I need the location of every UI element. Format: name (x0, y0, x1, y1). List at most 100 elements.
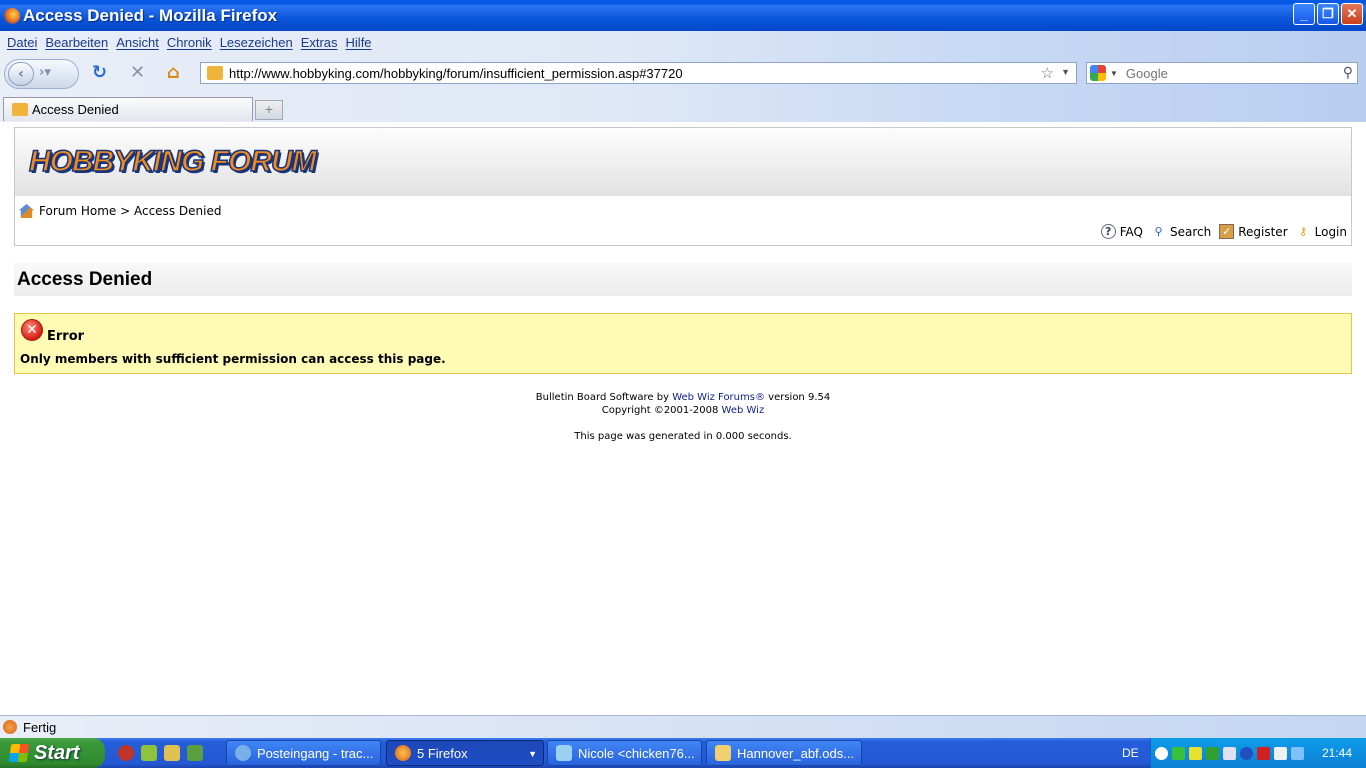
quicklaunch-icon-2[interactable] (141, 745, 157, 761)
quicklaunch-icon-1[interactable] (118, 745, 134, 761)
status-bar: Fertig (0, 715, 1366, 738)
task-nicole[interactable]: Nicole <chicken76... (547, 740, 702, 766)
error-icon: ✕ (21, 319, 43, 341)
faq-label: FAQ (1119, 224, 1143, 239)
task-label: Hannover_abf.ods... (737, 745, 855, 761)
menu-ansicht[interactable]: Ansicht (116, 35, 159, 50)
menu-hilfe[interactable]: Hilfe (346, 35, 372, 50)
register-icon: ✓ (1219, 224, 1235, 239)
footer-version-text: version 9.54 (764, 392, 831, 403)
menu-datei[interactable]: Datei (7, 35, 37, 50)
group-arrow-icon: ▼ (528, 749, 537, 759)
forward-icon[interactable]: ›▾ (39, 65, 51, 80)
error-message: Only members with sufficient permission … (20, 352, 446, 366)
tray-avira-icon[interactable] (1257, 746, 1270, 760)
tray-bluetooth-icon[interactable] (1240, 746, 1253, 760)
messenger-icon (556, 745, 572, 761)
forum-banner: HOBBYKING FORUM (15, 128, 1351, 196)
home-icon[interactable]: ⌂ (167, 63, 180, 83)
reload-icon[interactable]: ↻ (92, 63, 107, 83)
footer-copyright: Copyright ©2001-2008 Web Wiz (0, 404, 1366, 417)
login-label: Login (1314, 224, 1347, 239)
search-engine-dropdown-icon[interactable]: ▼ (1110, 69, 1118, 78)
new-tab-button[interactable]: + (255, 100, 283, 120)
start-label: Start (34, 741, 80, 764)
footer-credits-text: Bulletin Board Software by (535, 392, 673, 403)
bookmark-star-icon[interactable]: ☆ (1041, 64, 1054, 82)
maximize-icon[interactable]: ❐ (1317, 3, 1339, 25)
start-button[interactable]: Start (0, 738, 105, 768)
tab-bar: Access Denied + (0, 97, 1366, 121)
breadcrumb: Forum Home > Access Denied (19, 204, 221, 218)
search-link[interactable]: ⚲ Search (1151, 224, 1211, 239)
forum-logo[interactable]: HOBBYKING FORUM (28, 144, 317, 180)
page-title: Access Denied (14, 263, 1352, 296)
search-input[interactable] (1125, 65, 1326, 81)
tray-antivirus-icon[interactable] (1189, 746, 1202, 760)
footer-copyright-text: Copyright ©2001-2008 (601, 405, 722, 416)
site-favicon (207, 66, 223, 80)
menu-chronik[interactable]: Chronik (167, 35, 212, 50)
page-footer: Bulletin Board Software by Web Wiz Forum… (0, 391, 1366, 443)
tab-access-denied[interactable]: Access Denied (3, 97, 253, 121)
page-content: HOBBYKING FORUM Forum Home > Access Deni… (0, 122, 1366, 715)
login-link[interactable]: ⚷ Login (1296, 224, 1347, 239)
tray-collapse-icon[interactable] (1155, 746, 1168, 760)
task-label: Nicole <chicken76... (578, 745, 695, 761)
task-label: Posteingang - trac... (257, 745, 374, 761)
quicklaunch-icon-4[interactable] (187, 745, 203, 761)
window-titlebar: Access Denied - Mozilla Firefox _ ❐ ✕ (0, 0, 1366, 31)
window-title: Access Denied - Mozilla Firefox (23, 5, 278, 25)
menu-bearbeiten[interactable]: Bearbeiten (45, 35, 108, 50)
status-icon (3, 720, 17, 734)
language-indicator[interactable]: DE (1122, 746, 1139, 760)
webwiz-forums-link[interactable]: Web Wiz Forums® (672, 392, 765, 403)
tray-signal-icon[interactable] (1206, 746, 1219, 760)
spreadsheet-icon (715, 745, 731, 761)
browser-chrome: Datei Bearbeiten Ansicht Chronik Lesezei… (0, 31, 1366, 122)
menu-extras[interactable]: Extras (301, 35, 338, 50)
clock[interactable]: 21:44 (1322, 746, 1352, 760)
search-bar[interactable]: ▼ ⚲ (1086, 62, 1358, 84)
address-url[interactable]: http://www.hobbyking.com/hobbyking/forum… (229, 66, 683, 81)
back-forward-group: ‹ ›▾ (4, 59, 79, 89)
search-icon: ⚲ (1154, 225, 1163, 238)
task-posteingang[interactable]: Posteingang - trac... (226, 740, 381, 766)
register-link[interactable]: ✓ Register (1219, 224, 1288, 239)
register-label: Register (1238, 224, 1288, 239)
task-hannover[interactable]: Hannover_abf.ods... (706, 740, 862, 766)
webwiz-link[interactable]: Web Wiz (722, 405, 765, 416)
stop-icon[interactable]: ✕ (130, 63, 145, 83)
search-label: Search (1169, 224, 1212, 239)
firefox-task-icon (395, 745, 411, 761)
error-title: Error (47, 329, 85, 344)
close-icon[interactable]: ✕ (1341, 3, 1363, 25)
navigation-toolbar: ‹ ›▾ ↻ ✕ ⌂ http://www.hobbyking.com/hobb… (0, 55, 1366, 93)
tray-monitor-icon[interactable] (1274, 746, 1287, 760)
google-icon[interactable] (1090, 65, 1106, 81)
forum-home-icon[interactable] (19, 204, 34, 218)
faq-link[interactable]: ? FAQ (1100, 224, 1143, 239)
key-icon: ⚷ (1299, 225, 1308, 238)
tray-user-icon[interactable] (1223, 746, 1236, 760)
window-controls: _ ❐ ✕ (1293, 3, 1363, 25)
system-tray: 21:44 (1150, 738, 1366, 768)
tray-device-icon[interactable] (1291, 746, 1304, 760)
breadcrumb-current: Access Denied (133, 204, 222, 218)
forum-toolbar-links: ? FAQ ⚲ Search ✓ Register ⚷ Login (1093, 224, 1347, 239)
breadcrumb-home-link[interactable]: Forum Home (39, 204, 116, 218)
address-dropdown-icon[interactable]: ▼ (1061, 67, 1070, 77)
quicklaunch-icon-3[interactable] (164, 745, 180, 761)
back-icon[interactable]: ‹ (8, 62, 34, 86)
footer-generated: This page was generated in 0.000 seconds… (574, 431, 792, 442)
mail-icon (235, 745, 251, 761)
address-bar[interactable]: http://www.hobbyking.com/hobbyking/forum… (200, 62, 1077, 84)
menu-lesezeichen[interactable]: Lesezeichen (220, 35, 293, 50)
magnifier-icon[interactable]: ⚲ (1343, 64, 1353, 81)
task-label: 5 Firefox (417, 745, 468, 761)
tray-network-icon[interactable] (1172, 746, 1185, 760)
minimize-icon[interactable]: _ (1293, 3, 1315, 25)
tab-label: Access Denied (32, 102, 119, 117)
footer-credits: Bulletin Board Software by Web Wiz Forum… (0, 391, 1366, 404)
task-firefox[interactable]: 5 Firefox ▼ (386, 740, 544, 766)
